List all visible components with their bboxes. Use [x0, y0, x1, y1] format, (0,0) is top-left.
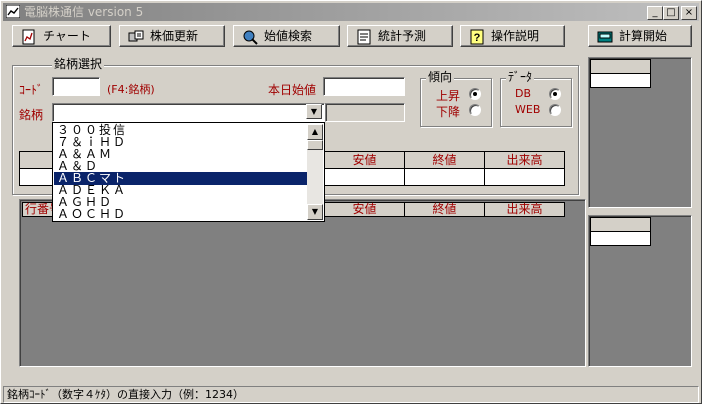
code-input[interactable]: [52, 77, 100, 96]
stock-name-label: 銘柄: [19, 108, 44, 122]
arrow-up-icon: ▲: [311, 127, 319, 136]
right-panel-top-cell[interactable]: [590, 73, 651, 88]
data-source-group-label: ﾃﾞｰﾀ: [506, 70, 535, 84]
arrow-down-icon: ▼: [311, 207, 319, 216]
results-grid[interactable]: [19, 199, 586, 367]
start-calculation-button[interactable]: 計算開始: [588, 25, 692, 47]
chart-button-label: チャート: [43, 29, 91, 43]
stock-select-group-label: 銘柄選択: [52, 57, 105, 71]
stock-name-combobox[interactable]: ▼: [52, 103, 325, 122]
stock-info-box: [325, 103, 405, 122]
stock-dropdown-list[interactable]: ３００投信 ７＆ｉＨＤ Ａ＆ＡＭ Ａ＆Ｄ ＡＢＣマト ＡＤＥＫＡ ＡＧＨＤ ＡＯ…: [52, 122, 325, 222]
dropdown-option[interactable]: ＡＯＣＨＤ: [54, 208, 308, 221]
calculate-icon: [597, 31, 613, 43]
update-prices-button[interactable]: 株価更新: [119, 25, 225, 47]
chart-icon: [22, 29, 35, 45]
results-header-low: 安値: [324, 202, 405, 217]
svg-text:?: ?: [474, 32, 481, 44]
results-header-volume: 出来高: [484, 202, 565, 217]
price-table-header-low: 安値: [324, 151, 405, 169]
open-price-label: 本日始値: [268, 83, 317, 97]
right-panel-top-header: [590, 59, 651, 74]
price-table-cell-volume[interactable]: [484, 168, 565, 186]
instructions-button[interactable]: ? 操作説明: [460, 25, 565, 47]
scroll-down-button[interactable]: ▼: [307, 204, 323, 220]
app-icon: [6, 5, 20, 18]
statistics-forecast-label: 統計予測: [378, 29, 427, 43]
title-bar[interactable]: 電脳株通信 version 5 _ □ ×: [3, 3, 699, 21]
scroll-thumb[interactable]: [307, 140, 323, 150]
price-table-cell-close[interactable]: [404, 168, 485, 186]
statistics-forecast-button[interactable]: 統計予測: [347, 25, 453, 47]
window-title: 電脳株通信 version 5: [24, 5, 144, 19]
combobox-dropdown-button[interactable]: ▼: [306, 104, 322, 119]
results-header-close: 終値: [404, 202, 485, 217]
search-icon: [243, 30, 258, 45]
open-price-search-label: 始値検索: [264, 29, 313, 43]
update-icon: [128, 30, 144, 42]
start-calculation-label: 計算開始: [619, 29, 668, 43]
main-window: 電脳株通信 version 5 _ □ × チャート 株価更新 始値検索 統計予…: [0, 0, 702, 404]
price-table-cell-low[interactable]: [324, 168, 405, 186]
close-button[interactable]: ×: [681, 6, 697, 20]
right-panel-bottom-cell[interactable]: [590, 231, 651, 246]
open-price-input[interactable]: [323, 77, 405, 96]
trend-group-label: 傾向: [426, 70, 455, 84]
trend-up-label: 上昇: [436, 89, 461, 103]
dropdown-scrollbar[interactable]: ▲ ▼: [307, 124, 323, 220]
status-text: 銘柄ｺｰﾄﾞ（数字４ｹﾀ）の直接入力（例：1234）: [7, 388, 244, 401]
data-db-radio[interactable]: [549, 88, 561, 100]
data-db-label: DB: [515, 87, 532, 100]
code-label: ｺｰﾄﾞ: [19, 83, 44, 97]
price-table-header-volume: 出来高: [484, 151, 565, 169]
minimize-button[interactable]: _: [647, 6, 663, 20]
statistics-icon: [357, 29, 371, 45]
trend-down-label: 下降: [436, 105, 461, 119]
status-bar: 銘柄ｺｰﾄﾞ（数字４ｹﾀ）の直接入力（例：1234）: [3, 386, 699, 403]
chevron-down-icon: ▼: [310, 107, 318, 116]
help-icon: ?: [470, 29, 484, 45]
chart-button[interactable]: チャート: [12, 25, 111, 47]
update-prices-label: 株価更新: [150, 29, 199, 43]
scroll-up-button[interactable]: ▲: [307, 124, 323, 140]
trend-down-radio[interactable]: [469, 104, 481, 116]
right-panel-bottom-header: [590, 217, 651, 232]
maximize-button[interactable]: □: [663, 6, 679, 20]
price-table-header-close: 終値: [404, 151, 485, 169]
data-web-label: WEB: [515, 103, 541, 116]
open-price-search-button[interactable]: 始値検索: [233, 25, 340, 47]
instructions-label: 操作説明: [491, 29, 540, 43]
data-web-radio[interactable]: [549, 104, 561, 116]
code-hint: (F4:銘柄): [107, 83, 155, 96]
trend-up-radio[interactable]: [469, 88, 481, 100]
